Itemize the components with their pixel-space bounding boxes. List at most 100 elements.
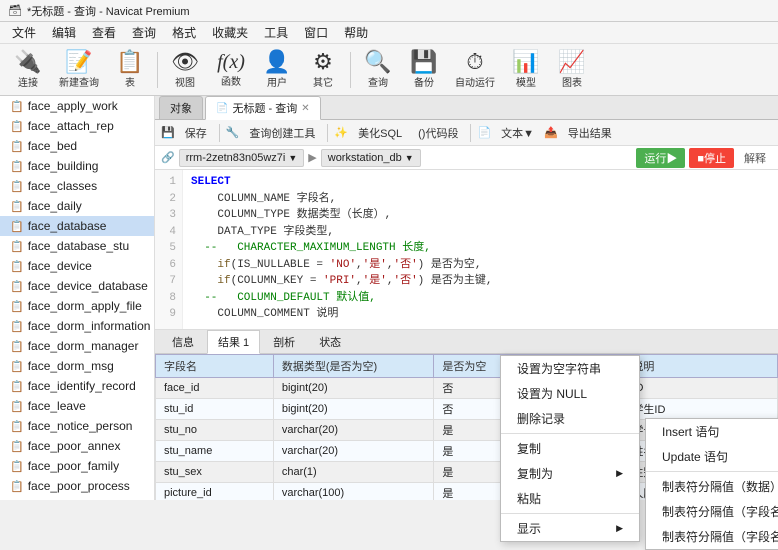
- sidebar-item-face-bed[interactable]: 📋 face_bed: [0, 136, 154, 156]
- function-label: 函数: [221, 73, 241, 88]
- user-icon: 👤: [263, 51, 290, 73]
- toolbar-function[interactable]: f(x) 函数: [209, 48, 253, 92]
- query-tab-label: 无标题 - 查询: [232, 100, 297, 116]
- sidebar-item-face-poor-process[interactable]: 📋 face_poor_process: [0, 476, 154, 496]
- table-row-icon: 📋: [10, 460, 24, 473]
- sidebar-item-face-device[interactable]: 📋 face_device: [0, 256, 154, 276]
- sidebar-item-face-building[interactable]: 📋 face_building: [0, 156, 154, 176]
- table-label: 表: [125, 74, 135, 89]
- user-label: 用户: [267, 74, 287, 89]
- explain-button[interactable]: 解释: [738, 148, 772, 168]
- context-menu: 设置为空字符串 设置为 NULL 删除记录 复制 复制为 粘贴 显示: [500, 355, 640, 542]
- menu-view[interactable]: 查看: [84, 22, 124, 43]
- sidebar-item-face-leave[interactable]: 📋 face_leave: [0, 396, 154, 416]
- sidebar-item-face-dorm-msg[interactable]: 📋 face_dorm_msg: [0, 356, 154, 376]
- toolbar-autorun[interactable]: ⏱ 自动运行: [448, 48, 502, 92]
- subctx-update[interactable]: Update 语句: [646, 444, 778, 469]
- object-tab[interactable]: 对象: [159, 96, 203, 119]
- results-tabs: 信息 结果 1 剖析 状态: [155, 330, 778, 354]
- query-tab[interactable]: 📄 无标题 - 查询 ✕: [205, 96, 321, 120]
- menu-help[interactable]: 帮助: [336, 22, 376, 43]
- save-button[interactable]: 保存: [179, 123, 213, 143]
- toolbar-chart[interactable]: 📈 图表: [550, 48, 594, 92]
- toolbar-backup[interactable]: 💾 备份: [402, 48, 446, 92]
- sidebar-item-face-dorm-mgr[interactable]: 📋 face_dorm_manager: [0, 336, 154, 356]
- toolbar-user[interactable]: 👤 用户: [255, 48, 299, 92]
- menu-query[interactable]: 查询: [124, 22, 164, 43]
- ctx-sep-1: [501, 433, 639, 434]
- table-row-icon: 📋: [10, 400, 24, 413]
- sidebar-item-face-dorm-info[interactable]: 📋 face_dorm_information: [0, 316, 154, 336]
- connection-icon: 🔗: [161, 151, 175, 164]
- save-icon: 💾: [161, 126, 175, 139]
- backup-icon: 💾: [410, 51, 437, 73]
- sidebar-item-face-database-stu[interactable]: 📋 face_database_stu: [0, 236, 154, 256]
- result-tab-status[interactable]: 状态: [308, 330, 352, 354]
- menu-window[interactable]: 窗口: [296, 22, 336, 43]
- sidebar-item-face-device-db[interactable]: 📋 face_device_database: [0, 276, 154, 296]
- sidebar-item-face-notice[interactable]: 📋 face_notice_person: [0, 416, 154, 436]
- ctx-set-null[interactable]: 设置为 NULL: [501, 381, 639, 406]
- toolbar-connect[interactable]: 🔌 连接: [6, 48, 50, 92]
- toolbar-view[interactable]: 👁 视图: [163, 48, 207, 92]
- toolbar-new-query[interactable]: 📝 新建查询: [52, 48, 106, 92]
- sidebar-item-face-post-apply[interactable]: 📋 face_post_apply: [0, 496, 154, 500]
- sidebar-item-face-poor-annex[interactable]: 📋 face_poor_annex: [0, 436, 154, 456]
- result-tab-data[interactable]: 结果 1: [207, 330, 260, 354]
- sidebar-item-face-dorm-apply[interactable]: 📋 face_dorm_apply_file: [0, 296, 154, 316]
- run-button[interactable]: 运行▶: [636, 148, 685, 168]
- menu-edit[interactable]: 编辑: [44, 22, 84, 43]
- table-row[interactable]: stu_idbigint(20)否否学生ID: [156, 399, 778, 420]
- stop-button[interactable]: ■停止: [689, 148, 734, 168]
- sidebar-item-face-identify[interactable]: 📋 face_identify_record: [0, 376, 154, 396]
- menu-favorites[interactable]: 收藏夹: [204, 22, 256, 43]
- query-builder-button[interactable]: 查询创建工具: [243, 123, 321, 143]
- sidebar-item-face-apply-work[interactable]: 📋 face_apply_work: [0, 96, 154, 116]
- connection-selector[interactable]: rrm-2zetn83n05wz7i ▼: [179, 149, 305, 167]
- menu-tools[interactable]: 工具: [256, 22, 296, 43]
- ctx-paste[interactable]: 粘贴: [501, 486, 639, 511]
- table-row[interactable]: face_idbigint(20)否是ID: [156, 378, 778, 399]
- ctx-set-empty-string[interactable]: 设置为空字符串: [501, 356, 639, 381]
- table-row-icon: 📋: [10, 100, 24, 113]
- subctx-tab-field[interactable]: 制表符分隔值（字段名）: [646, 499, 778, 524]
- query-tab-icon: 📄: [216, 103, 228, 114]
- toolbar-table[interactable]: 📋 表: [108, 48, 152, 92]
- chevron-down-icon: ▼: [288, 153, 297, 163]
- col-header-desc: 说明: [624, 355, 778, 378]
- tab-close-button[interactable]: ✕: [301, 103, 309, 114]
- menu-format[interactable]: 格式: [164, 22, 204, 43]
- subctx-insert[interactable]: Insert 语句: [646, 419, 778, 444]
- ctx-display[interactable]: 显示: [501, 516, 639, 541]
- text-mode-button[interactable]: 文本▼: [495, 123, 540, 143]
- ctx-copy[interactable]: 复制: [501, 436, 639, 461]
- subctx-tab-data[interactable]: 制表符分隔值（数据）: [646, 474, 778, 499]
- view-label: 视图: [175, 74, 195, 89]
- menu-file[interactable]: 文件: [4, 22, 44, 43]
- table-row-icon: 📋: [10, 240, 24, 253]
- sidebar-item-face-database[interactable]: 📋 face_database: [0, 216, 154, 236]
- ctx-delete-record[interactable]: 删除记录: [501, 406, 639, 431]
- sql-code-area[interactable]: SELECT COLUMN_NAME 字段名, COLUMN_TYPE 数据类型…: [183, 170, 778, 329]
- sidebar-item-face-attach-rep[interactable]: 📋 face_attach_rep: [0, 116, 154, 136]
- subctx-tab-both[interactable]: 制表符分隔值（字段名和数据）: [646, 524, 778, 549]
- code-snippet-button[interactable]: ()代码段: [412, 123, 464, 143]
- export-result-button[interactable]: 导出结果: [562, 123, 618, 143]
- result-tab-info[interactable]: 信息: [161, 330, 205, 354]
- col-header-field: 字段名: [156, 355, 274, 378]
- query-toolbar: 💾 保存 🔧 查询创建工具 ✨ 美化SQL ()代码段 📄 文本▼ 📤 导出结果: [155, 120, 778, 146]
- qt-sep-3: [470, 124, 471, 142]
- sidebar-item-face-poor-family[interactable]: 📋 face_poor_family: [0, 456, 154, 476]
- toolbar-model[interactable]: 📊 模型: [504, 48, 548, 92]
- sidebar-item-face-classes[interactable]: 📋 face_classes: [0, 176, 154, 196]
- table-row-icon: 📋: [10, 220, 24, 233]
- sub-context-menu: Insert 语句 Update 语句 制表符分隔值（数据） 制表符分隔值（字段…: [645, 418, 778, 550]
- database-selector[interactable]: workstation_db ▼: [321, 149, 421, 167]
- beautify-sql-button[interactable]: 美化SQL: [352, 123, 408, 143]
- model-icon: 📊: [512, 51, 539, 73]
- toolbar-other[interactable]: ⚙ 其它: [301, 48, 345, 92]
- sidebar-item-face-daily[interactable]: 📋 face_daily: [0, 196, 154, 216]
- ctx-copy-as[interactable]: 复制为: [501, 461, 639, 486]
- toolbar-query[interactable]: 🔍 查询: [356, 48, 400, 92]
- result-tab-profile[interactable]: 剖析: [262, 330, 306, 354]
